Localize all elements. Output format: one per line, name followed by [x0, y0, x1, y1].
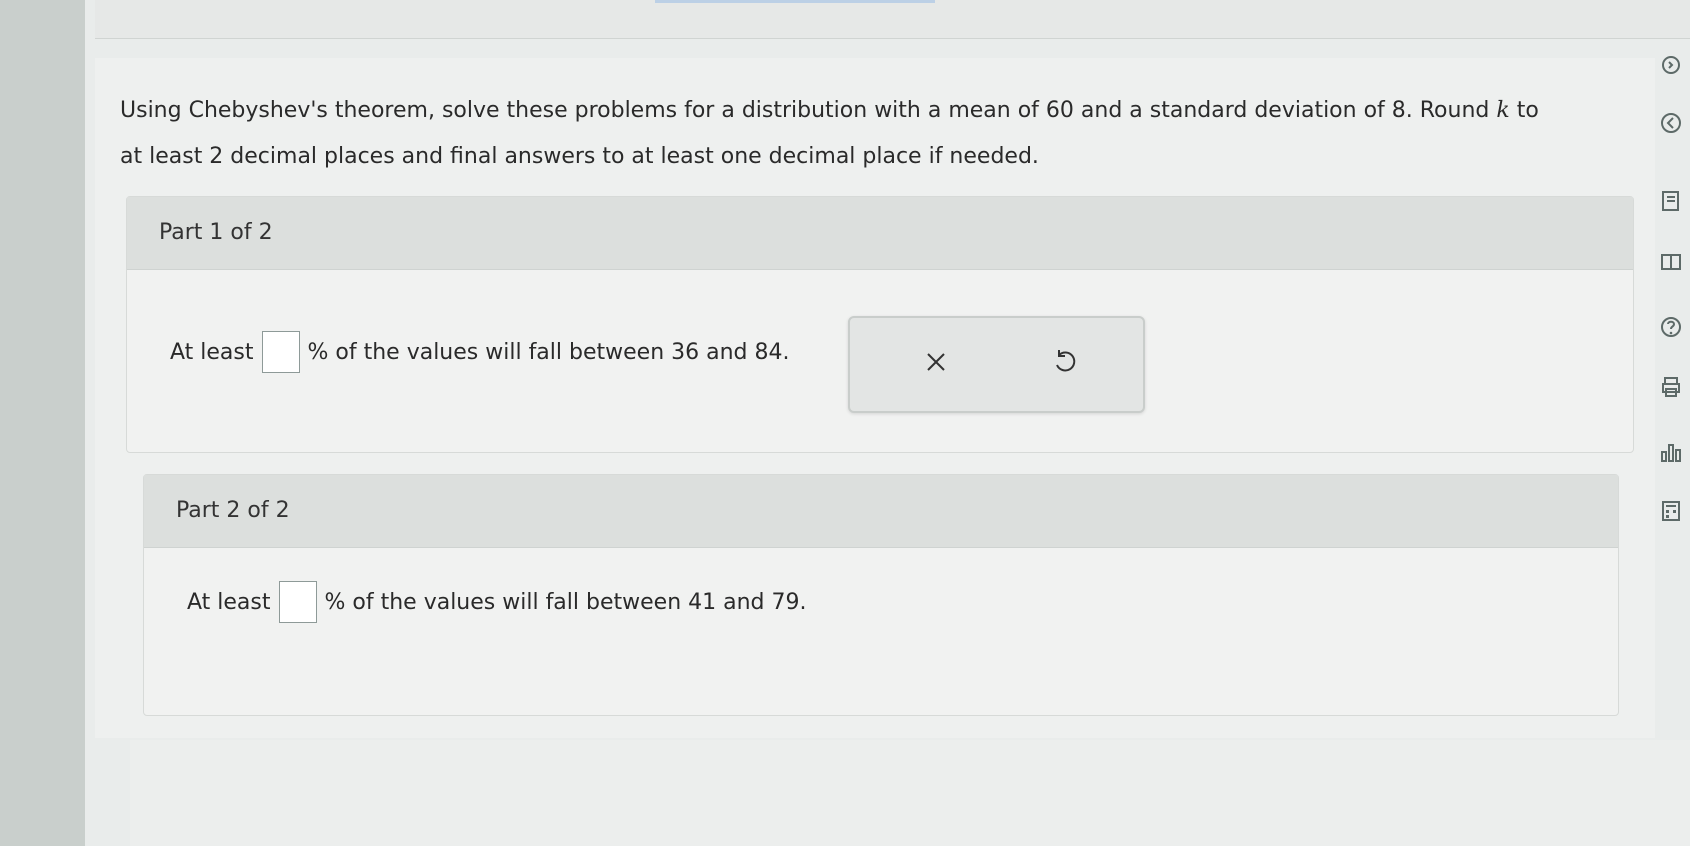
- chart-icon[interactable]: [1656, 438, 1686, 468]
- answer-actions-toolbar: [848, 316, 1145, 413]
- part-2-card: Part 2 of 2 At least % of the values wil…: [143, 474, 1619, 716]
- instructions-line-1: Using Chebyshev's theorem, solve these p…: [120, 88, 1640, 134]
- print-icon[interactable]: [1656, 372, 1686, 402]
- part-2-question: At least % of the values will fall betwe…: [187, 581, 807, 623]
- part-2-header: Part 2 of 2: [144, 475, 1618, 548]
- instructions-text-1: Using Chebyshev's theorem, solve these p…: [120, 98, 1497, 123]
- part-1-header: Part 1 of 2: [127, 197, 1633, 270]
- right-tool-rail: [1648, 40, 1690, 600]
- top-bar: [95, 0, 1690, 39]
- undo-icon: [1056, 350, 1076, 372]
- help-icon[interactable]: [1656, 312, 1686, 342]
- document-list-icon[interactable]: [1656, 186, 1686, 216]
- part-2-answer-input[interactable]: [278, 581, 317, 623]
- part-1-prefix: At least: [170, 339, 254, 365]
- undo-button[interactable]: [1043, 340, 1087, 384]
- page-footer-area: [130, 740, 1690, 846]
- active-tab-indicator: [655, 0, 935, 3]
- close-icon: [927, 353, 945, 371]
- clear-button[interactable]: [914, 340, 958, 384]
- part-2-suffix: % of the values will fall between 41 and…: [324, 589, 807, 615]
- part-1-question: At least % of the values will fall betwe…: [170, 331, 790, 373]
- instructions-text-2: to: [1509, 98, 1539, 123]
- book-icon[interactable]: [1656, 247, 1686, 277]
- circle-arrow-icon[interactable]: [1656, 50, 1686, 80]
- part-1-answer-input[interactable]: [261, 331, 300, 373]
- part-1-suffix: % of the values will fall between 36 and…: [307, 339, 790, 365]
- question-instructions: Using Chebyshev's theorem, solve these p…: [120, 88, 1640, 180]
- calculator-icon[interactable]: [1656, 496, 1686, 526]
- chevron-left-icon[interactable]: [1656, 108, 1686, 138]
- variable-k: k: [1496, 98, 1510, 123]
- part-2-prefix: At least: [187, 589, 271, 615]
- instructions-line-2: at least 2 decimal places and final answ…: [120, 144, 1039, 169]
